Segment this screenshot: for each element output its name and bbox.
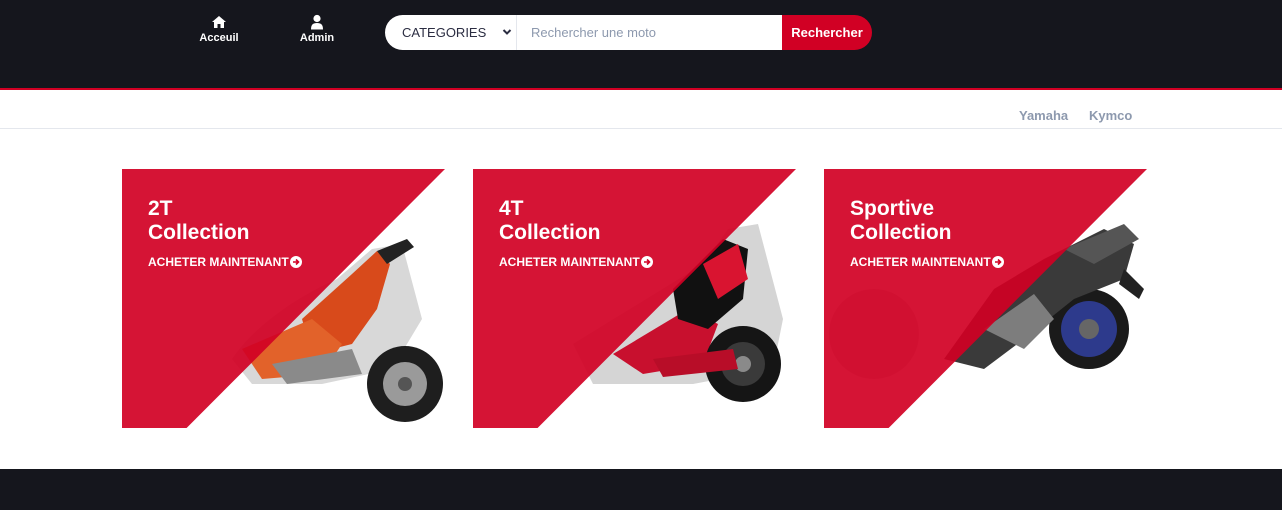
nav-admin-link[interactable]: Admin [287,14,347,44]
chevron-down-icon [502,29,512,35]
arrow-circle-right-icon [640,256,653,268]
top-header: Acceuil Admin CATEGORIES Rechercher [0,0,1282,90]
nav-home-link[interactable]: Acceuil [189,14,249,44]
arrow-circle-right-icon [991,256,1004,268]
home-icon [212,16,226,28]
shop-now-link[interactable]: ACHETER MAINTENANT [148,255,302,269]
category-select-value: CATEGORIES [402,25,487,40]
collection-title-line2: Collection [850,221,952,244]
brand-nav: Yamaha Kymco [0,92,1282,129]
collection-title-line2: Collection [148,221,250,244]
user-icon [311,14,323,30]
category-select[interactable]: CATEGORIES [385,15,517,50]
nav-home-label: Acceuil [199,32,239,44]
collection-title-line1: 2T [148,197,173,220]
collection-title: 4T Collection [499,197,601,245]
search-input[interactable] [517,15,782,50]
brand-link-kymco[interactable]: Kymco [1089,108,1132,123]
footer [0,469,1282,510]
collection-title-line1: 4T [499,197,524,220]
shop-now-label: ACHETER MAINTENANT [850,255,991,269]
collection-title: 2T Collection [148,197,250,245]
shop-now-label: ACHETER MAINTENANT [499,255,640,269]
collection-card-4t[interactable]: 4T Collection ACHETER MAINTENANT [473,169,796,428]
collection-title-line2: Collection [499,221,601,244]
search-button[interactable]: Rechercher [782,15,872,50]
collection-card-sportive[interactable]: Sportive Collection ACHETER MAINTENANT [824,169,1147,428]
shop-now-link[interactable]: ACHETER MAINTENANT [850,255,1004,269]
shop-now-label: ACHETER MAINTENANT [148,255,289,269]
nav-admin-label: Admin [299,32,335,44]
arrow-circle-right-icon [289,256,302,268]
collection-card-2t[interactable]: 2T Collection ACHETER MAINTENANT [122,169,445,428]
collection-title-line1: Sportive [850,197,935,220]
shop-now-link[interactable]: ACHETER MAINTENANT [499,255,653,269]
collection-title: Sportive Collection [850,197,952,245]
search-bar: CATEGORIES Rechercher [385,15,872,50]
brand-link-yamaha[interactable]: Yamaha [1019,108,1068,123]
